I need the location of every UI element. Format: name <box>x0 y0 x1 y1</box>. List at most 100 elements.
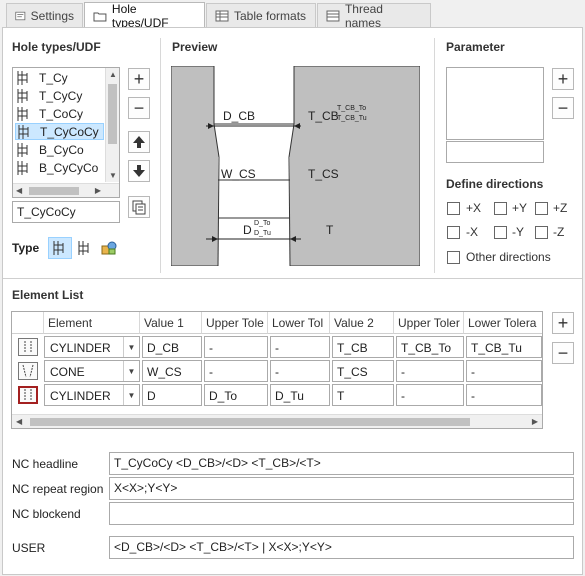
chevron-down-icon[interactable]: ▼ <box>123 361 139 381</box>
hole-type-icon <box>17 88 28 103</box>
move-down-button[interactable] <box>128 160 150 182</box>
type-bottom-button[interactable] <box>74 237 96 259</box>
scroll-left-icon[interactable]: ◀ <box>16 186 22 195</box>
copy-button[interactable] <box>128 196 150 218</box>
type-udf-button[interactable] <box>98 237 120 259</box>
lower-tol2-cell[interactable]: - <box>466 384 542 406</box>
direction-minus-y-checkbox[interactable] <box>494 226 507 239</box>
direction-plus-z-checkbox[interactable] <box>535 202 548 215</box>
direction-minus-x-label: -X <box>466 225 478 239</box>
upper-tol2-cell[interactable]: - <box>396 384 464 406</box>
list-item[interactable]: T_CoCy <box>15 105 87 122</box>
user-input[interactable]: <D_CB>/<D> <T_CB>/<T> | X<X>;Y<Y> <box>109 536 574 559</box>
list-item-label: T_CyCoCy <box>40 124 99 139</box>
hole-preview-diagram <box>170 65 421 267</box>
tab-hole-types[interactable]: Hole types/UDF <box>84 2 205 30</box>
upper-tol1-cell[interactable]: D_To <box>204 384 268 406</box>
list-item-selected[interactable]: T_CyCoCy <box>15 123 104 140</box>
column-header-lower-tol1[interactable]: Lower Tol <box>268 312 330 334</box>
scroll-right-icon[interactable]: ▶ <box>95 186 101 195</box>
value2-cell[interactable]: T <box>332 384 394 406</box>
preview-label-d: D <box>243 223 252 237</box>
element-type-select[interactable]: CONE ▼ <box>44 360 140 382</box>
hole-type-icon <box>18 124 29 139</box>
scroll-thumb[interactable] <box>30 418 470 426</box>
chevron-down-icon[interactable]: ▼ <box>123 337 139 357</box>
table-row-header[interactable] <box>12 359 44 383</box>
parameter-input[interactable] <box>446 141 544 163</box>
remove-parameter-button[interactable]: − <box>552 97 574 119</box>
list-item[interactable]: T_CyCy <box>15 87 86 104</box>
element-type-select[interactable]: CYLINDER ▼ <box>44 384 140 406</box>
list-item[interactable]: B_CyCo <box>15 141 88 158</box>
nc-blockend-input[interactable] <box>109 502 574 525</box>
remove-hole-type-button[interactable]: − <box>128 97 150 119</box>
move-up-button[interactable] <box>128 131 150 153</box>
value1-cell[interactable]: D_CB <box>142 336 202 358</box>
add-element-button[interactable]: + <box>552 312 574 334</box>
nc-headline-label: NC headline <box>12 457 79 471</box>
list-horizontal-scrollbar[interactable]: ◀ ▶ <box>13 183 119 197</box>
type-top-button[interactable] <box>48 237 72 259</box>
other-directions-checkbox[interactable] <box>447 251 460 264</box>
remove-element-button[interactable]: − <box>552 342 574 364</box>
upper-tol1-cell[interactable]: - <box>204 360 268 382</box>
grid-horizontal-scrollbar[interactable]: ◀ ▶ <box>12 414 542 428</box>
nc-headline-input[interactable]: T_CyCoCy <D_CB>/<D> <T_CB>/<T> <box>109 452 574 475</box>
value1-cell[interactable]: W_CS <box>142 360 202 382</box>
list-item-label: T_CoCy <box>39 106 84 121</box>
scroll-up-icon[interactable]: ▲ <box>109 70 117 79</box>
parameter-list[interactable] <box>446 67 544 140</box>
upper-tol2-cell[interactable]: T_CB_To <box>396 336 464 358</box>
column-header-upper-tol1[interactable]: Upper Tole <box>202 312 268 334</box>
value1-cell[interactable]: D <box>142 384 202 406</box>
direction-plus-y-checkbox[interactable] <box>494 202 507 215</box>
nc-repeat-region-input[interactable]: X<X>;Y<Y> <box>109 477 574 500</box>
lower-tol1-cell[interactable]: - <box>270 360 330 382</box>
direction-minus-x-checkbox[interactable] <box>447 226 460 239</box>
divider <box>160 38 161 273</box>
column-header-value1[interactable]: Value 1 <box>140 312 202 334</box>
value2-cell[interactable]: T_CB <box>332 336 394 358</box>
table-row-header[interactable] <box>12 383 44 407</box>
list-item-label: T_CyCy <box>39 88 83 103</box>
direction-minus-z-checkbox[interactable] <box>535 226 548 239</box>
udf-icon <box>101 241 117 255</box>
chevron-down-icon[interactable]: ▼ <box>123 385 139 405</box>
direction-plus-x-checkbox[interactable] <box>447 202 460 215</box>
column-header-element[interactable]: Element <box>44 312 140 334</box>
lower-tol1-cell[interactable]: D_Tu <box>270 384 330 406</box>
column-header-value2[interactable]: Value 2 <box>330 312 394 334</box>
tab-table-formats-label: Table formats <box>234 8 307 23</box>
column-header-upper-tol2[interactable]: Upper Toler <box>394 312 464 334</box>
scroll-down-icon[interactable]: ▼ <box>109 171 117 180</box>
copy-icon <box>132 200 146 215</box>
element-type-select[interactable]: CYLINDER ▼ <box>44 336 140 358</box>
add-hole-type-button[interactable]: + <box>128 68 150 90</box>
scroll-left-icon[interactable]: ◀ <box>16 417 22 426</box>
preview-label-t-cb: T_CB <box>308 109 339 123</box>
scroll-thumb[interactable] <box>108 84 117 144</box>
hole-type-name-input[interactable]: T_CyCoCy <box>12 201 120 223</box>
lower-tol2-cell[interactable]: - <box>466 360 542 382</box>
list-item[interactable]: B_CyCyCo <box>15 159 102 176</box>
column-header-lower-tol2[interactable]: Lower Tolera <box>464 312 542 334</box>
tab-thread-names[interactable]: Thread names <box>317 2 431 30</box>
lower-tol1-cell[interactable]: - <box>270 336 330 358</box>
add-parameter-button[interactable]: + <box>552 68 574 90</box>
value2-cell[interactable]: T_CS <box>332 360 394 382</box>
list-vertical-scrollbar[interactable]: ▲ ▼ <box>105 68 119 182</box>
upper-tol2-cell[interactable]: - <box>396 360 464 382</box>
list-item[interactable]: T_Cy <box>15 69 72 86</box>
scroll-right-icon[interactable]: ▶ <box>532 417 538 426</box>
table-row-header[interactable] <box>12 335 44 359</box>
direction-minus-z-label: -Z <box>553 225 565 239</box>
scroll-thumb[interactable] <box>29 187 79 195</box>
hole-types-list[interactable]: T_Cy T_CyCy T_CoCy T_CyCoCy B_CyCo B_CyC… <box>12 67 120 198</box>
upper-tol1-cell[interactable]: - <box>204 336 268 358</box>
lower-tol2-cell[interactable]: T_CB_Tu <box>466 336 542 358</box>
element-list-grid[interactable]: Element Value 1 Upper Tole Lower Tol Val… <box>11 311 543 429</box>
tab-settings[interactable]: Settings <box>6 3 83 27</box>
tab-table-formats[interactable]: Table formats <box>206 3 316 27</box>
divider <box>434 38 435 273</box>
